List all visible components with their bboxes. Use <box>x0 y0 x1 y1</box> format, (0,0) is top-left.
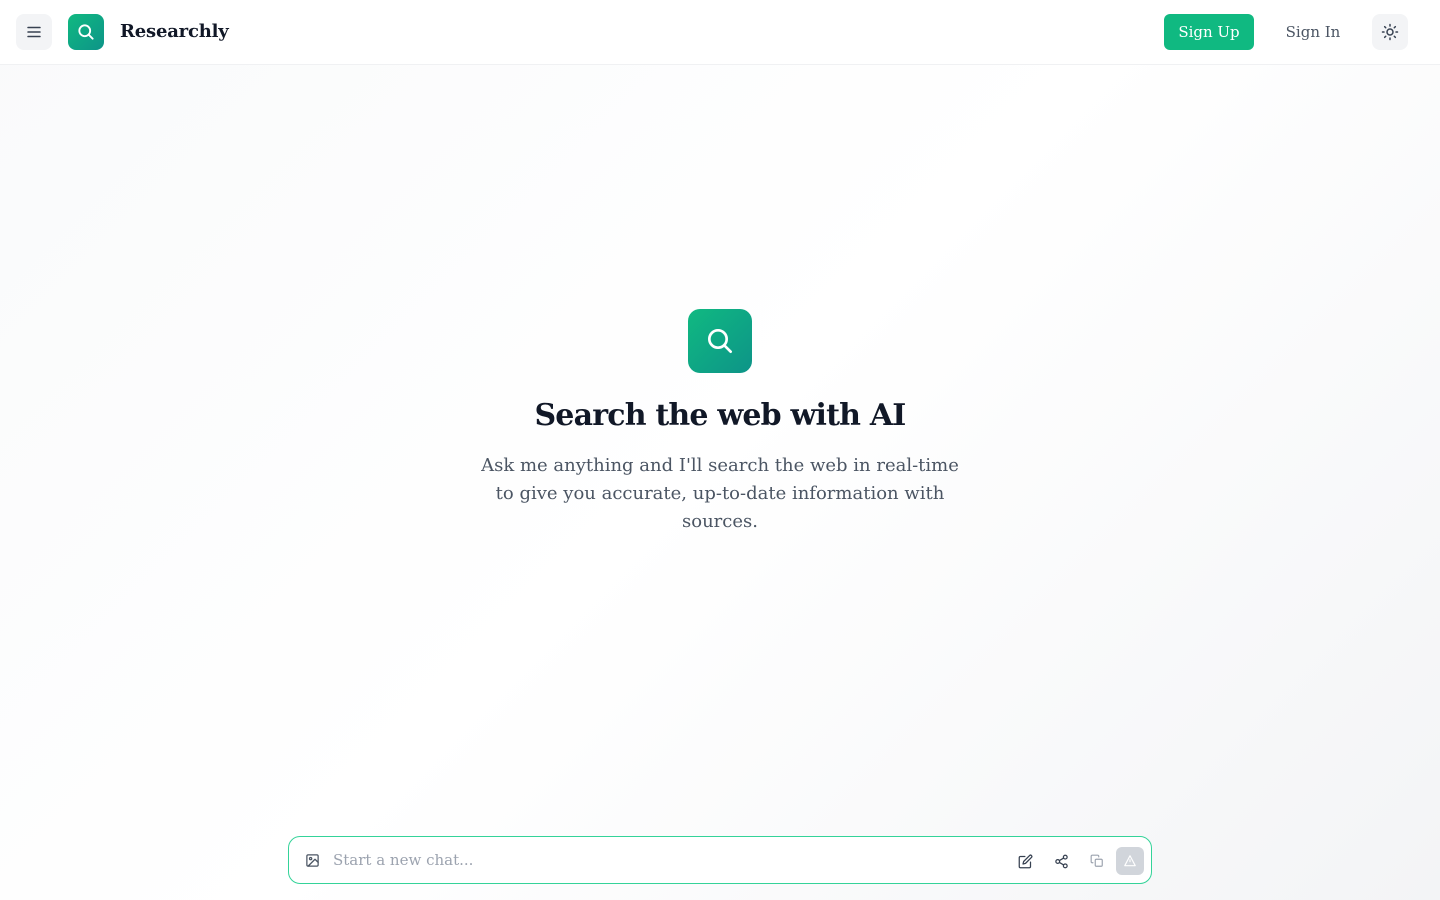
chat-input-bar <box>288 836 1152 884</box>
image-icon <box>305 853 319 867</box>
attach-image-button[interactable] <box>303 851 321 869</box>
theme-toggle-button[interactable] <box>1372 14 1408 50</box>
hero-logo <box>688 309 752 373</box>
share-button[interactable] <box>1050 850 1072 872</box>
edit-icon <box>1018 854 1032 868</box>
top-nav: Researchly Sign Up Sign In <box>0 0 1440 65</box>
edit-button[interactable] <box>1014 850 1036 872</box>
share-icon <box>1054 854 1068 868</box>
menu-icon <box>27 26 41 38</box>
sun-icon <box>1381 23 1399 41</box>
sign-in-button[interactable]: Sign In <box>1270 14 1356 50</box>
search-icon <box>708 329 732 353</box>
hero-title: Search the web with AI <box>534 398 906 433</box>
sign-up-button[interactable]: Sign Up <box>1164 14 1254 50</box>
logo[interactable] <box>68 14 104 50</box>
hero-subtitle: Ask me anything and I'll search the web … <box>481 455 959 532</box>
copy-icon <box>1090 854 1103 867</box>
menu-button[interactable] <box>16 14 52 50</box>
chat-input[interactable] <box>333 847 993 873</box>
brand-name[interactable]: Researchly <box>120 20 229 44</box>
search-icon <box>78 24 94 40</box>
copy-button[interactable] <box>1086 850 1108 872</box>
send-button[interactable] <box>1116 847 1144 875</box>
send-icon <box>1124 855 1136 867</box>
